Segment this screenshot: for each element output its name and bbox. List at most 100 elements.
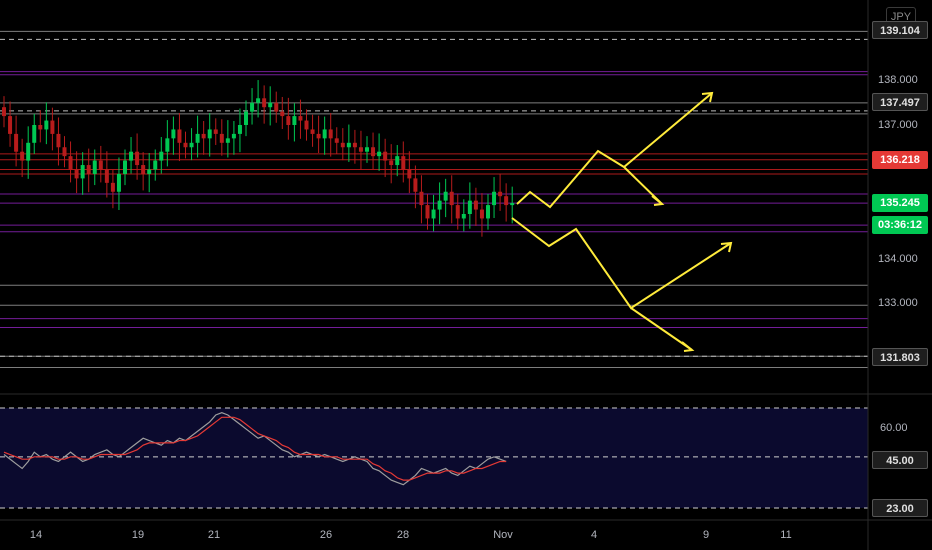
candle-body (322, 129, 327, 139)
rsi-pane[interactable] (0, 407, 868, 509)
candle-body (74, 169, 79, 179)
candle-body (316, 133, 321, 139)
price-tag-red: 136.218 (872, 151, 928, 169)
candle-body (346, 142, 351, 148)
candle-body (165, 138, 170, 152)
candle-body (195, 133, 200, 143)
candle-body (274, 102, 279, 112)
price-tick: 133.000 (878, 297, 918, 309)
candle-body (8, 116, 13, 134)
candle-body (449, 191, 454, 206)
chart-canvas[interactable] (0, 0, 932, 550)
candle-body (244, 111, 248, 125)
time-tick: 9 (702, 529, 710, 541)
candle-body (413, 178, 418, 192)
candle-body (431, 209, 436, 219)
projection-arrows (511, 91, 733, 352)
candle-body (443, 191, 448, 201)
price-tag: 131.803 (872, 348, 928, 366)
rsi-tag: 45.00 (872, 451, 928, 469)
time-tick: 21 (207, 529, 221, 541)
candle-body (147, 169, 152, 174)
candle-body (304, 120, 309, 130)
candle-body (340, 142, 345, 148)
candle-body (504, 196, 509, 206)
candle-body (425, 205, 430, 219)
arrow-path (516, 92, 713, 209)
candle-body (389, 160, 394, 166)
candle-body (383, 151, 388, 161)
candle-body (177, 129, 182, 143)
candle-body (92, 160, 97, 174)
candle-body (171, 129, 176, 139)
candle-body (32, 125, 37, 143)
price-tick: 134.000 (878, 253, 918, 265)
candle-body (401, 156, 406, 170)
candle-body (98, 160, 103, 170)
candle-body (486, 205, 490, 219)
candle-body (371, 147, 376, 157)
candle-body (26, 142, 31, 161)
time-tick: 4 (590, 529, 598, 541)
candle-body (377, 151, 382, 157)
candle-body (250, 102, 255, 112)
rsi-band (0, 408, 868, 508)
candle-body (201, 133, 206, 139)
candle-body (467, 200, 472, 214)
candle-body (334, 138, 339, 143)
time-tick: 14 (29, 529, 43, 541)
rsi-tag: 23.00 (872, 499, 928, 517)
candle-body (407, 169, 412, 179)
candle-body (358, 147, 363, 152)
price-tick: 138.000 (878, 74, 918, 86)
candle-body (110, 182, 115, 192)
candle-body (292, 116, 297, 125)
price-tag: 139.104 (872, 21, 928, 39)
candle-body (328, 129, 333, 139)
candle-body (455, 205, 460, 219)
candle-body (141, 165, 146, 174)
candle-body (86, 165, 91, 174)
candle-body (310, 129, 315, 134)
candle-body (286, 116, 291, 125)
candle-body (129, 151, 134, 161)
candle-body (437, 200, 442, 210)
candle-body (20, 151, 25, 161)
candle-body (419, 191, 424, 206)
candle-body (153, 160, 158, 170)
candle-body (365, 147, 369, 152)
time-tick: 26 (319, 529, 333, 541)
candle-body (219, 133, 224, 143)
candle-body (231, 133, 236, 139)
candle-body (123, 160, 127, 174)
candle-body (2, 107, 6, 117)
candle-body (80, 165, 85, 179)
candle-body (62, 147, 67, 157)
candle-body (56, 133, 61, 148)
candle-body (461, 214, 466, 219)
candle-body (38, 125, 43, 130)
candle-body (207, 129, 212, 139)
candle-body (262, 98, 267, 108)
candle-body (68, 156, 73, 170)
candle-body (352, 142, 357, 148)
candle-body (159, 151, 164, 161)
candle-body (104, 169, 109, 183)
time-tick: 28 (396, 529, 410, 541)
time-tick: 11 (780, 529, 792, 541)
rsi-tick: 60.00 (880, 422, 908, 434)
candle-body (473, 200, 478, 210)
candle-body (237, 125, 242, 134)
candle-body (498, 191, 503, 197)
last-price-tag: 135.245 (872, 194, 928, 212)
candle-body (268, 102, 273, 108)
time-tick: Nov (493, 529, 513, 541)
price-tick: 137.000 (878, 119, 918, 131)
candle-body (256, 98, 261, 103)
candle-body (14, 133, 19, 152)
arrow-head (651, 195, 665, 206)
candle-body (510, 203, 515, 206)
candle-body (213, 129, 218, 134)
candle-body (395, 156, 400, 166)
candle-body (50, 120, 55, 134)
